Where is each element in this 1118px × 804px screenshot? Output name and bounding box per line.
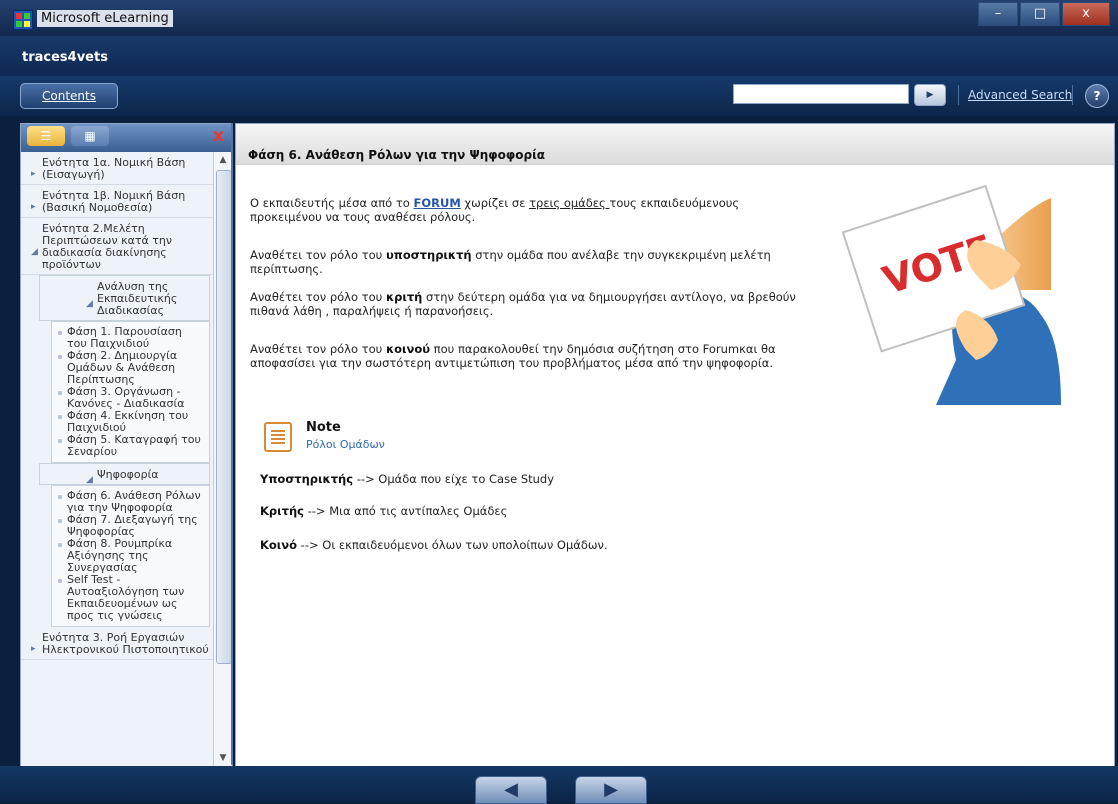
toc-item[interactable]: ◢ Ανάλυση της Εκπαιδευτικής Διαδικασίας: [39, 275, 210, 321]
window-controls: – □ x: [976, 2, 1110, 26]
chevron-down-icon: ◢: [31, 247, 38, 257]
maximize-button[interactable]: □: [1020, 2, 1060, 26]
chevron-down-icon: ◢: [86, 299, 93, 309]
page-title: Φάση 6. Ανάθεση Ρόλων για την Ψηφοφορία: [248, 148, 546, 162]
paragraph-1: Ο εκπαιδευτής μέσα από το FORUM χωρίζει …: [250, 196, 740, 224]
toc-leaf[interactable]: Φάση 7. Διεξαγωγή της Ψηφοφορίας: [54, 514, 205, 538]
list-view-icon[interactable]: ☰: [27, 126, 65, 146]
title-bar: Microsoft eLearning – □ x: [0, 0, 1118, 36]
toc-item[interactable]: ▸ Ενότητα 3. Ροή Εργασιών Ηλεκτρονικού Πι…: [21, 627, 214, 660]
scroll-down-icon[interactable]: ▼: [214, 750, 232, 766]
search-input[interactable]: [733, 84, 909, 104]
paragraph-3: Αναθέτει τον ρόλο του κριτή στην δεύτερη…: [250, 290, 796, 318]
advanced-search-link[interactable]: Advanced Search: [968, 88, 1072, 102]
paragraph-2: Αναθέτει τον ρόλο του υποστηρικτή στην ο…: [250, 248, 771, 276]
toolbar: Contents ▶ Advanced Search ?: [0, 76, 1118, 116]
toc-item[interactable]: ◢ Ενότητα 2.Μελέτη Περιπτώσεων κατά την δ…: [21, 218, 214, 275]
toc-scrollbar[interactable]: ▲ ▼: [213, 152, 232, 766]
page-heading: Φάση 6. Ανάθεση Ρόλων για την Ψηφοφορία: [236, 124, 1114, 165]
forum-link[interactable]: FORUM: [414, 196, 461, 210]
grid-view-icon[interactable]: ▦: [71, 126, 109, 146]
role-line: Υποστηρικτής --> Ομάδα που είχε το Case …: [260, 472, 555, 486]
toc-leaf-selected[interactable]: Φάση 6. Ανάθεση Ρόλων για την Ψηφοφορία: [54, 490, 205, 514]
window-title: Microsoft eLearning: [37, 10, 173, 27]
toc-leaf[interactable]: Φάση 2. Δημιουργία Ομάδων & Ανάθεση Περί…: [54, 350, 205, 386]
brand-bar: traces4vets: [0, 36, 1118, 76]
contents-button[interactable]: Contents: [20, 83, 118, 109]
note-title: Note: [306, 420, 341, 435]
chevron-right-icon: ▸: [31, 202, 36, 212]
toolbar-separator: [958, 85, 959, 105]
paragraph-4: Αναθέτει τον ρόλο του κοινού που παρακολ…: [250, 342, 776, 370]
scroll-thumb[interactable]: [216, 170, 232, 664]
close-button[interactable]: x: [1062, 2, 1110, 26]
toc-item[interactable]: ◢ Ψηφοφορία: [39, 463, 210, 485]
navigation-tabs: ☰ ▦ x: [21, 124, 232, 152]
scroll-up-icon[interactable]: ▲: [214, 152, 232, 168]
chevron-down-icon: ◢: [86, 475, 93, 485]
note-icon: [264, 422, 292, 452]
content-pane: Φάση 6. Ανάθεση Ρόλων για την Ψηφοφορία …: [235, 123, 1115, 767]
role-line: Κριτής --> Μια από τις αντίπαλες Ομάδες: [260, 504, 508, 518]
toc-leaf[interactable]: Φάση 1. Παρουσίαση του Παιχνιδιού: [54, 326, 205, 350]
next-page-button[interactable]: ▶: [575, 776, 647, 804]
toc-subitems: Φάση 6. Ανάθεση Ρόλων για την Ψηφοφορία …: [51, 485, 210, 627]
panel-splitter[interactable]: [231, 123, 233, 765]
toc-leaf[interactable]: Φάση 8. Ρουμπρίκα Αξιόγησης της Συνεργασ…: [54, 538, 205, 574]
chevron-right-icon: ▸: [31, 169, 36, 179]
app-icon: [13, 10, 33, 30]
toc-item[interactable]: ▸ Ενότητα 1α. Νομική Βάση (Εισαγωγή): [21, 152, 214, 185]
brand-name: traces4vets: [22, 50, 108, 65]
toc-leaf[interactable]: Φάση 5. Καταγραφή του Σεναρίου: [54, 434, 205, 458]
previous-page-button[interactable]: ◀: [475, 776, 547, 804]
chevron-right-icon: ▸: [31, 644, 36, 654]
help-button[interactable]: ?: [1085, 84, 1109, 108]
search-go-button[interactable]: ▶: [914, 84, 946, 106]
toc-leaf[interactable]: Φάση 4. Εκκίνηση του Παιχνιδιού: [54, 410, 205, 434]
bottom-navigation: ◀ ▶: [0, 766, 1118, 804]
role-line: Κοινό --> Οι εκπαιδευόμενοι όλων των υπο…: [260, 538, 608, 552]
toc-subitems: Φάση 1. Παρουσίαση του Παιχνιδιού Φάση 2…: [51, 321, 210, 463]
toc-leaf[interactable]: Self Test - Αυτοαξιολόγηση των Εκπαιδευο…: [54, 574, 205, 622]
toc-leaf[interactable]: Φάση 3. Οργάνωση - Κανόνες - Διαδικασία: [54, 386, 205, 410]
navigation-panel: ☰ ▦ x ▸ Ενότητα 1α. Νομική Βάση (Εισαγωγή…: [20, 123, 233, 767]
table-of-contents: ▸ Ενότητα 1α. Νομική Βάση (Εισαγωγή) ▸ Ενό…: [21, 152, 214, 766]
toolbar-separator: [1072, 85, 1073, 105]
toc-item[interactable]: ▸ Ενότητα 1β. Νομική Βάση (Βασική Νομοθεσ…: [21, 185, 214, 218]
minimize-button[interactable]: –: [978, 2, 1018, 26]
vote-illustration: VOTE: [841, 184, 1061, 405]
note-subtitle: Ρόλοι Ομάδων: [306, 438, 385, 451]
close-panel-icon[interactable]: x: [213, 126, 224, 146]
